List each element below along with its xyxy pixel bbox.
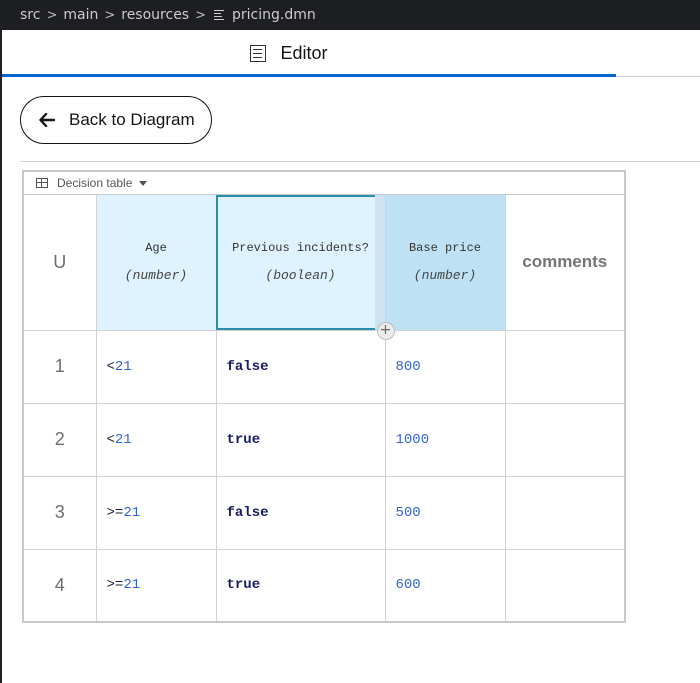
window-left-edge xyxy=(0,30,2,683)
editor-tabbar: Editor xyxy=(2,30,700,77)
divider xyxy=(20,161,700,162)
file-lines-icon xyxy=(214,8,225,22)
age-operator: < xyxy=(106,431,115,448)
breadcrumb-separator-icon: > xyxy=(104,7,116,23)
back-to-diagram-button[interactable]: Back to Diagram xyxy=(20,96,212,144)
age-value: 21 xyxy=(114,358,132,375)
breadcrumb-item-resources[interactable]: resources xyxy=(121,7,189,23)
age-cell[interactable]: >=21 xyxy=(95,548,217,621)
header-row: U Age (number) Previous incidents? (bool… xyxy=(24,195,624,340)
base-price-cell[interactable]: 500 xyxy=(384,475,506,550)
input-type: (boolean) xyxy=(265,268,336,284)
base-price-cell[interactable]: 1000 xyxy=(384,402,506,477)
breadcrumb-file[interactable]: pricing.dmn xyxy=(232,7,316,23)
incidents-cell[interactable]: false xyxy=(215,329,386,404)
age-operator: >= xyxy=(106,504,124,521)
base-price-cell[interactable]: 800 xyxy=(384,329,506,404)
breadcrumb-separator-icon: > xyxy=(46,7,58,23)
decision-table-label: Decision table xyxy=(57,176,133,190)
table-row: 3 >=21 false 500 xyxy=(24,475,624,550)
caret-down-icon xyxy=(139,180,148,186)
output-type: (number) xyxy=(413,268,477,284)
annotation-header-comments[interactable]: comments xyxy=(504,195,624,331)
age-value: 21 xyxy=(123,504,141,521)
table-row: 1 <21 false 800 xyxy=(24,329,624,404)
tab-editor[interactable]: Editor xyxy=(2,30,616,77)
age-operator: < xyxy=(106,358,115,375)
comment-cell[interactable] xyxy=(504,475,624,550)
age-cell[interactable]: <21 xyxy=(95,402,217,477)
input-header-previous-incidents[interactable]: Previous incidents? (boolean) + xyxy=(215,195,395,340)
age-value: 21 xyxy=(114,431,132,448)
comment-cell[interactable] xyxy=(504,402,624,477)
incidents-cell[interactable]: true xyxy=(215,548,386,621)
table-row: 4 >=21 true 600 xyxy=(24,548,624,621)
editor-icon xyxy=(250,44,267,62)
comment-cell[interactable] xyxy=(504,329,624,404)
tab-editor-label: Editor xyxy=(280,42,328,63)
breadcrumb: src > main > resources > pricing.dmn xyxy=(0,0,700,30)
age-value: 21 xyxy=(123,577,141,594)
table-icon xyxy=(36,178,48,188)
hit-policy-cell[interactable]: U xyxy=(24,195,97,331)
input-header-age[interactable]: Age (number) xyxy=(95,195,217,331)
breadcrumb-item-src[interactable]: src xyxy=(20,7,40,23)
rule-number: 2 xyxy=(24,402,97,477)
column-resize-handle[interactable] xyxy=(374,195,385,330)
table-row: 2 <21 true 1000 xyxy=(24,402,624,477)
output-name: Base price xyxy=(408,241,481,256)
age-cell[interactable]: <21 xyxy=(95,329,217,404)
decision-table: Decision table U Age (number) Previous i… xyxy=(22,170,626,623)
rule-number: 1 xyxy=(24,329,97,404)
rule-number: 3 xyxy=(24,475,97,550)
comment-cell[interactable] xyxy=(504,548,624,621)
breadcrumb-item-main[interactable]: main xyxy=(63,7,98,23)
back-to-diagram-label: Back to Diagram xyxy=(69,110,195,129)
input-name: Previous incidents? xyxy=(232,241,369,256)
age-cell[interactable]: >=21 xyxy=(95,475,217,550)
base-price-cell[interactable]: 600 xyxy=(384,548,506,621)
input-name: Age xyxy=(145,241,167,256)
tab-active-indicator xyxy=(2,74,616,77)
incidents-cell[interactable]: true xyxy=(215,402,386,477)
output-header-base-price[interactable]: Base price (number) xyxy=(384,195,506,331)
age-operator: >= xyxy=(106,577,124,594)
input-type: (number) xyxy=(124,268,188,284)
arrow-left-icon xyxy=(39,113,55,127)
decision-table-grid: U Age (number) Previous incidents? (bool… xyxy=(24,195,624,621)
breadcrumb-separator-icon: > xyxy=(195,7,207,23)
decision-table-type-selector[interactable]: Decision table xyxy=(24,172,624,195)
incidents-cell[interactable]: false xyxy=(215,475,386,550)
rule-number: 4 xyxy=(24,548,97,621)
add-column-plus-icon[interactable]: + xyxy=(376,321,395,340)
